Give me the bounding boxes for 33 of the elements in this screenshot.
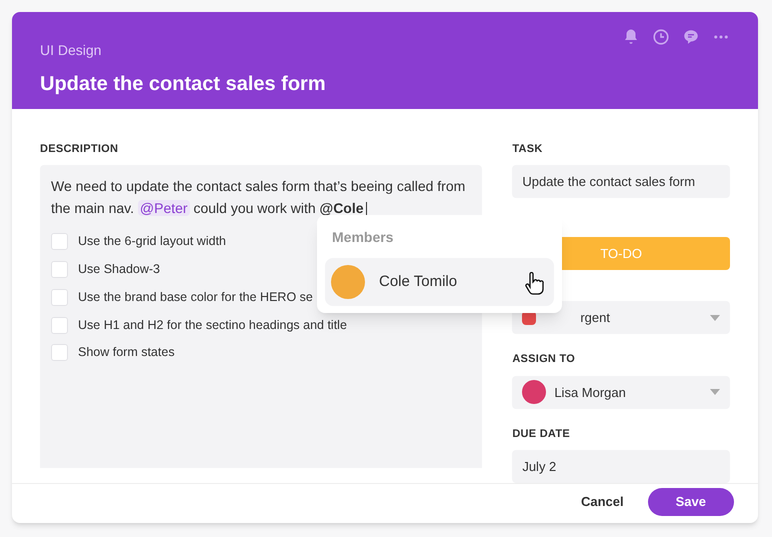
checklist-item: Use Shadow-3 — [78, 261, 160, 278]
member-item[interactable]: Cole Tomilo — [325, 258, 554, 306]
field-label: DUE DATE — [512, 426, 571, 442]
clock-icon[interactable] — [652, 28, 670, 46]
task-title: Update the contact sales form — [40, 72, 326, 97]
priority-select[interactable]: rgent — [512, 301, 730, 334]
avatar — [331, 265, 365, 299]
cancel-button[interactable]: Cancel — [580, 492, 624, 512]
caret-icon — [710, 314, 720, 321]
avatar — [522, 380, 546, 404]
field-label: ASSIGN TO — [512, 352, 576, 368]
bell-icon[interactable] — [622, 28, 640, 46]
popup-title: Members — [331, 228, 394, 247]
chat-icon[interactable] — [682, 28, 700, 46]
checkbox[interactable] — [51, 261, 68, 278]
checkbox[interactable] — [51, 233, 68, 250]
checkbox[interactable] — [51, 316, 68, 334]
hand-cursor-icon — [524, 272, 544, 296]
project-name: UI Design — [40, 41, 102, 60]
checklist-item: Use the 6-grid layout width — [78, 233, 226, 250]
assignee-select[interactable]: Lisa Morgan — [512, 376, 730, 409]
member-name: Cole Tomilo — [379, 272, 458, 292]
field-label: TASK — [512, 142, 544, 157]
caret-icon — [710, 389, 720, 396]
checkbox[interactable] — [51, 288, 68, 306]
checklist-item: Show form states — [78, 344, 175, 362]
field-label: DESCRIPTION — [40, 142, 120, 157]
save-button[interactable]: Save — [648, 488, 734, 516]
checkbox[interactable] — [51, 344, 68, 362]
checklist-item: Use the brand base color for the HERO se — [78, 288, 313, 306]
due-date-field[interactable]: July 2 — [512, 450, 730, 484]
task-field[interactable]: Update the contact sales form — [512, 165, 730, 198]
checklist-item: Use H1 and H2 for the sectino headings and title — [78, 316, 347, 334]
